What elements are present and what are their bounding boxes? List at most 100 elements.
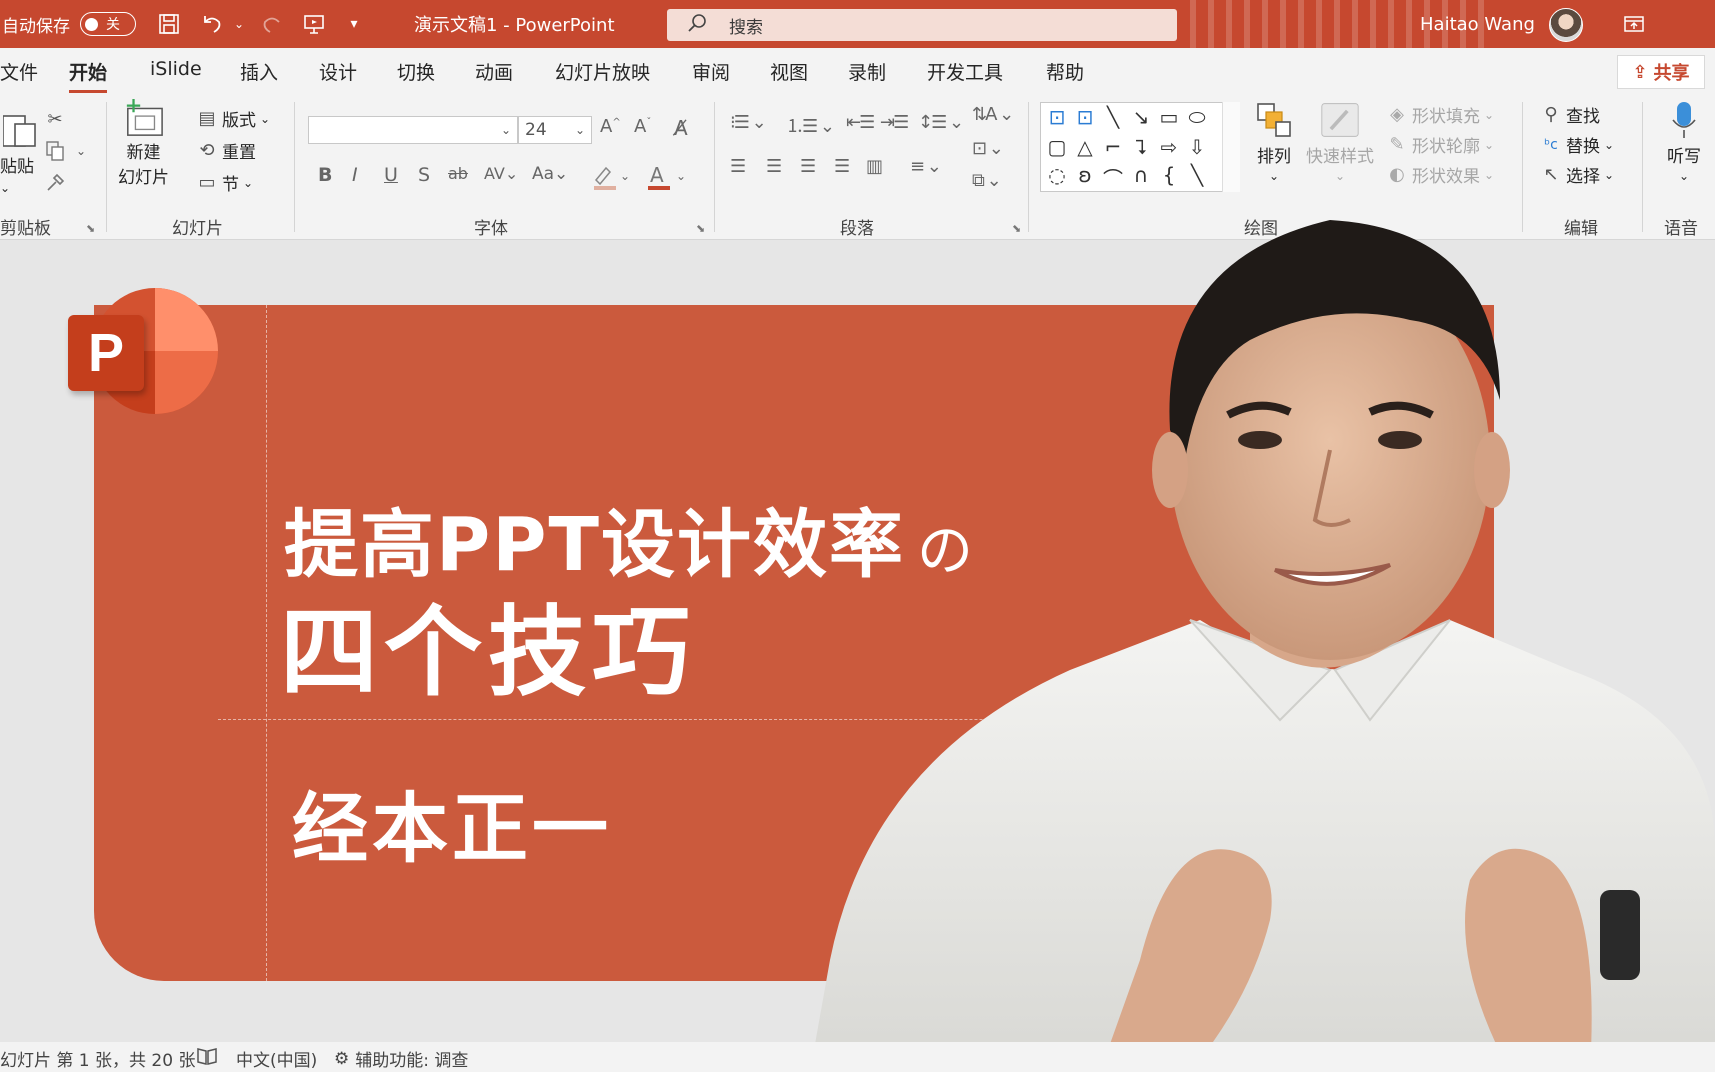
font-color-icon[interactable]: A ⌄: [648, 163, 688, 195]
columns-icon[interactable]: ▥: [866, 156, 883, 177]
copy-icon[interactable]: [44, 140, 66, 162]
quick-styles-button[interactable]: 快速样式 ⌄: [1306, 100, 1374, 183]
shape-rounded-rectangle-icon[interactable]: ▢: [1043, 135, 1071, 159]
save-icon[interactable]: [155, 10, 183, 38]
shape-brace-icon[interactable]: {: [1155, 163, 1183, 187]
shape-freeform-icon[interactable]: ◌: [1043, 163, 1071, 187]
font-name-combo[interactable]: ⌄: [308, 116, 518, 144]
format-painter-icon[interactable]: [44, 172, 66, 194]
shape-scribble-icon[interactable]: ʚ: [1071, 163, 1099, 187]
replace-button[interactable]: ᵇc 替换 ⌄: [1540, 132, 1614, 158]
tab-review[interactable]: 审阅: [692, 58, 730, 85]
increase-indent-icon[interactable]: ⇥☰: [880, 112, 909, 133]
shape-rectangle-icon[interactable]: ▭: [1155, 105, 1183, 129]
shape-diagonal-line-icon[interactable]: ╲: [1183, 163, 1211, 187]
shape-textbox-icon[interactable]: ⊡: [1043, 105, 1071, 129]
tab-islide[interactable]: iSlide: [150, 58, 202, 80]
shape-effects-button[interactable]: ◐ 形状效果 ⌄: [1386, 162, 1494, 187]
tab-view[interactable]: 视图: [770, 58, 808, 85]
tab-developer[interactable]: 开发工具: [927, 58, 1003, 85]
align-right-icon[interactable]: ☰: [800, 156, 816, 177]
font-size-combo[interactable]: 24 ⌄: [518, 116, 592, 144]
tab-record[interactable]: 录制: [848, 58, 886, 85]
undo-icon[interactable]: [198, 10, 226, 38]
shape-oval-icon[interactable]: ⬭: [1183, 105, 1211, 129]
arrange-button[interactable]: 排列 ⌄: [1254, 100, 1294, 183]
reset-button[interactable]: ⟲ 重置: [196, 138, 256, 163]
ribbon-display-options-icon[interactable]: [1620, 10, 1648, 38]
dictate-button[interactable]: 听写 ⌄: [1664, 100, 1704, 183]
shape-line-icon[interactable]: ╲: [1099, 105, 1127, 129]
svg-text:⌄: ⌄: [676, 169, 686, 183]
gallery-scrollbar[interactable]: [1222, 102, 1240, 192]
undo-dropdown-icon[interactable]: ⌄: [225, 10, 253, 38]
tab-slideshow[interactable]: 幻灯片放映: [555, 58, 650, 85]
tab-insert[interactable]: 插入: [240, 58, 278, 85]
layout-button[interactable]: ▤ 版式 ⌄: [196, 106, 270, 131]
bullets-icon[interactable]: ⁝☰ ⌄: [730, 112, 767, 133]
shape-right-arrow-icon[interactable]: ⇨: [1155, 135, 1183, 159]
highlight-icon[interactable]: ⌄: [592, 164, 632, 195]
search-box[interactable]: 搜索: [667, 9, 1177, 41]
align-left-icon[interactable]: ☰: [730, 156, 746, 177]
tab-help[interactable]: 帮助: [1046, 58, 1084, 85]
share-button[interactable]: ⇪ 共享: [1617, 55, 1705, 89]
italic-icon[interactable]: I: [352, 164, 358, 186]
change-case-icon[interactable]: Aa⌄: [532, 164, 568, 184]
shadow-icon[interactable]: S: [418, 164, 430, 186]
align-center-icon[interactable]: ☰: [766, 156, 782, 177]
tab-home[interactable]: 开始: [69, 58, 108, 93]
cut-icon[interactable]: ✂: [44, 108, 66, 130]
slide-title-line-2[interactable]: 四个技巧: [280, 573, 696, 715]
language-indicator[interactable]: 中文(中国): [236, 1046, 317, 1071]
decrease-indent-icon[interactable]: ⇤☰: [846, 112, 875, 133]
font-dialog-launcher[interactable]: ⬊: [696, 222, 705, 235]
customize-toolbar-icon[interactable]: ▾: [340, 10, 368, 38]
smartart-icon[interactable]: ⧉ ⌄: [972, 170, 1002, 191]
justify-icon[interactable]: ☰: [834, 156, 850, 177]
user-name[interactable]: Haitao Wang: [1420, 0, 1535, 48]
shape-curve-icon[interactable]: ∩: [1127, 163, 1155, 187]
paste-button[interactable]: 贴贴 ⌄: [0, 108, 40, 195]
find-button[interactable]: ⚲ 查找: [1540, 102, 1600, 127]
shape-vertical-textbox-icon[interactable]: ⊡: [1071, 105, 1099, 129]
present-icon[interactable]: [300, 10, 328, 38]
align-text-icon[interactable]: ⊡ ⌄: [972, 138, 1004, 159]
shapes-gallery[interactable]: ⊡ ⊡ ╲ ↘ ▭ ⬭ ▢ △ ⌐ ⮧ ⇨ ⇩ ◌ ʚ ⌒ ∩ { ╲: [1040, 102, 1240, 192]
text-direction-icon[interactable]: ⇅A ⌄: [972, 104, 1014, 125]
decrease-font-icon[interactable]: Aˇ: [634, 116, 651, 137]
autosave-toggle[interactable]: 关: [80, 12, 136, 36]
shape-elbow-connector-icon[interactable]: ⌐: [1099, 135, 1127, 159]
clear-formatting-icon[interactable]: A̸: [674, 116, 688, 140]
copy-dropdown-icon[interactable]: ⌄: [70, 140, 92, 162]
shape-triangle-icon[interactable]: △: [1071, 135, 1099, 159]
tab-animations[interactable]: 动画: [475, 58, 513, 85]
increase-font-icon[interactable]: A^: [600, 116, 621, 137]
avatar[interactable]: [1549, 8, 1583, 42]
slide-subtitle[interactable]: 经本正一: [292, 767, 612, 877]
shape-fill-button[interactable]: ◈ 形状填充 ⌄: [1386, 102, 1494, 127]
tab-design[interactable]: 设计: [319, 58, 357, 85]
numbering-icon[interactable]: ⒈☰ ⌄: [786, 112, 835, 138]
slide-counter[interactable]: 幻灯片 第 1 张，共 20 张: [0, 1046, 195, 1071]
redo-icon[interactable]: [258, 10, 286, 38]
tab-transitions[interactable]: 切换: [397, 58, 435, 85]
tab-file[interactable]: 文件: [0, 58, 38, 85]
shape-arrow-line-icon[interactable]: ↘: [1127, 105, 1155, 129]
notes-icon[interactable]: [196, 1046, 218, 1066]
bold-icon[interactable]: B: [318, 164, 332, 186]
line-spacing-icon[interactable]: ↕☰ ⌄: [918, 112, 964, 133]
select-button[interactable]: ↖ 选择 ⌄: [1540, 162, 1614, 187]
strikethrough-icon[interactable]: ab: [448, 164, 468, 183]
character-spacing-icon[interactable]: AV⌄: [484, 164, 518, 183]
section-button[interactable]: ▭ 节 ⌄: [196, 170, 253, 195]
shape-elbow-arrow-icon[interactable]: ⮧: [1127, 135, 1155, 159]
underline-icon[interactable]: U: [384, 164, 398, 186]
align-distribute-icon[interactable]: ≡ ⌄: [910, 156, 942, 177]
accessibility-indicator[interactable]: ⚙ 辅助功能: 调查: [334, 1046, 468, 1072]
new-slide-button[interactable]: 新建 幻灯片: [118, 98, 169, 188]
clipboard-dialog-launcher[interactable]: ⬊: [86, 222, 95, 235]
shape-outline-button[interactable]: ✎ 形状轮廓 ⌄: [1386, 132, 1494, 157]
shape-arc-icon[interactable]: ⌒: [1099, 163, 1127, 192]
shape-down-arrow-icon[interactable]: ⇩: [1183, 135, 1211, 159]
